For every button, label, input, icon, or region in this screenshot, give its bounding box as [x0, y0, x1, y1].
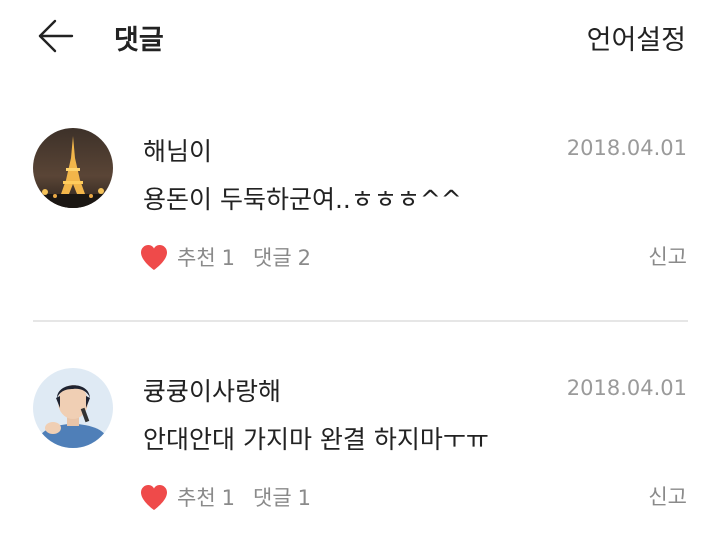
reply-count: 1	[297, 486, 312, 510]
reply-label: 댓글	[253, 246, 292, 270]
reply-button[interactable]: 댓글 1	[253, 482, 311, 512]
avatar[interactable]	[33, 128, 113, 208]
comment-text: 안대안대 가지마 완결 하지마ㅜㅠ	[143, 425, 489, 454]
comment-item: 큥큥이사랑해 2018.04.01 안대안대 가지마 완결 하지마ㅜㅠ 추천 1 …	[0, 360, 720, 540]
divider	[33, 320, 688, 322]
comment-date: 2018.04.01	[566, 136, 687, 160]
back-button[interactable]	[34, 16, 78, 56]
comment-item: 해님이 2018.04.01 용돈이 두둑하군여..ㅎㅎㅎ^^ 추천 1 댓글 2 …	[0, 120, 720, 300]
eiffel-tower-photo	[33, 128, 113, 208]
reply-button[interactable]: 댓글 2	[253, 242, 311, 272]
comment-date: 2018.04.01	[566, 376, 687, 400]
person-photo	[33, 368, 113, 448]
comment-text: 용돈이 두둑하군여..ㅎㅎㅎ^^	[143, 185, 462, 214]
comment-actions: 추천 1 댓글 2	[139, 242, 311, 272]
like-label: 추천	[177, 246, 216, 270]
like-button[interactable]: 추천 1	[177, 482, 235, 512]
comment-author[interactable]: 큥큥이사랑해	[143, 372, 281, 408]
reply-count: 2	[297, 246, 312, 270]
top-bar: 댓글 언어설정	[0, 0, 720, 80]
reply-label: 댓글	[253, 486, 292, 510]
like-button[interactable]: 추천 1	[177, 242, 235, 272]
arrow-left-icon	[38, 19, 74, 53]
like-heart-icon[interactable]	[139, 243, 169, 271]
comment-author[interactable]: 해님이	[143, 132, 212, 168]
report-button[interactable]: 신고	[648, 481, 687, 511]
page-title: 댓글	[114, 25, 164, 56]
like-label: 추천	[177, 486, 216, 510]
comment-actions: 추천 1 댓글 1	[139, 482, 311, 512]
like-count: 1	[221, 246, 236, 270]
avatar[interactable]	[33, 368, 113, 448]
like-count: 1	[221, 486, 236, 510]
report-button[interactable]: 신고	[648, 241, 687, 271]
like-heart-icon[interactable]	[139, 483, 169, 511]
language-settings-button[interactable]: 언어설정	[587, 18, 686, 57]
